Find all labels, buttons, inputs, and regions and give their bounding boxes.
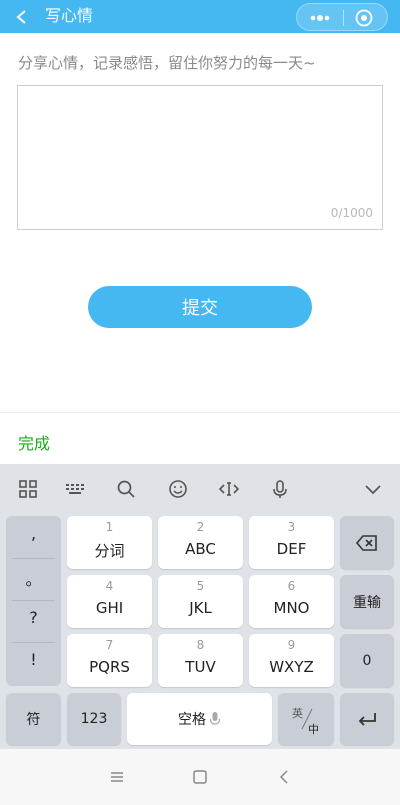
lang-chinese: 中 bbox=[308, 723, 319, 736]
language-switch-key[interactable]: 英 中 bbox=[278, 693, 334, 745]
chevron-down-icon[interactable] bbox=[362, 478, 384, 500]
key-letters: JKL bbox=[189, 599, 212, 617]
punctuation-column[interactable]: , 。 ? ! bbox=[6, 516, 61, 686]
key-5[interactable]: 5 JKL bbox=[158, 575, 243, 628]
cursor-move-icon[interactable] bbox=[218, 478, 240, 500]
navigation-bar: 写心情 bbox=[0, 0, 400, 33]
key-letters: TUV bbox=[185, 658, 216, 676]
key-number: 8 bbox=[196, 638, 205, 652]
key-number: 2 bbox=[196, 520, 205, 534]
grid-menu-icon[interactable] bbox=[17, 478, 39, 500]
char-counter: 0/1000 bbox=[330, 206, 373, 220]
key-letters: MNO bbox=[273, 599, 310, 617]
number-mode-key[interactable]: 123 bbox=[67, 693, 121, 745]
close-miniprogram-icon[interactable] bbox=[355, 9, 373, 27]
punctuation-period[interactable]: 。 bbox=[6, 566, 61, 590]
space-label: 空格 bbox=[178, 712, 206, 728]
capsule-menu bbox=[296, 3, 388, 31]
keyboard-accessory-bar: 完成 bbox=[0, 412, 400, 464]
key-number: 9 bbox=[287, 638, 296, 652]
microphone-icon bbox=[209, 712, 221, 725]
system-navigation-bar bbox=[0, 749, 400, 805]
reinput-label: 重输 bbox=[353, 594, 381, 611]
key-letters: ABC bbox=[185, 540, 216, 558]
key-9[interactable]: 9 WXYZ bbox=[249, 634, 334, 687]
back-arrow-icon[interactable] bbox=[14, 9, 30, 25]
keyboard: , 。 ? ! 1 分词 2 ABC 3 DEF 4 GHI 5 JKL 6 M… bbox=[0, 464, 400, 749]
key-3[interactable]: 3 DEF bbox=[249, 516, 334, 569]
page-title: 写心情 bbox=[45, 6, 94, 25]
key-number: 5 bbox=[196, 579, 205, 593]
key-8[interactable]: 8 TUV bbox=[158, 634, 243, 687]
punctuation-divider bbox=[12, 600, 55, 601]
back-icon[interactable] bbox=[276, 769, 292, 785]
symbol-key[interactable]: 符 bbox=[6, 693, 61, 745]
key-letters: 分词 bbox=[94, 542, 125, 560]
reinput-key[interactable]: 重输 bbox=[340, 575, 394, 628]
more-icon[interactable] bbox=[307, 10, 333, 26]
punctuation-question[interactable]: ? bbox=[6, 608, 61, 627]
punctuation-comma[interactable]: , bbox=[6, 524, 61, 543]
mood-hint-text: 分享心情，记录感悟，留住你努力的每一天~ bbox=[18, 54, 316, 72]
key-number: 7 bbox=[105, 638, 114, 652]
key-0[interactable]: 0 bbox=[340, 634, 394, 687]
backspace-key[interactable] bbox=[340, 516, 394, 569]
key-number: 4 bbox=[105, 579, 114, 593]
key-number: 3 bbox=[287, 520, 296, 534]
mood-textarea[interactable] bbox=[18, 86, 382, 229]
keyboard-toolbar bbox=[0, 464, 400, 512]
microphone-icon[interactable] bbox=[269, 478, 291, 500]
key-7[interactable]: 7 PQRS bbox=[67, 634, 152, 687]
key-1[interactable]: 1 分词 bbox=[67, 516, 152, 569]
enter-key[interactable] bbox=[340, 693, 394, 745]
punctuation-divider bbox=[12, 558, 55, 559]
number-mode-label: 123 bbox=[80, 711, 108, 727]
done-button[interactable]: 完成 bbox=[18, 430, 50, 454]
backspace-icon bbox=[355, 534, 377, 551]
key-letters: GHI bbox=[95, 599, 124, 617]
key-4[interactable]: 4 GHI bbox=[67, 575, 152, 628]
key-2[interactable]: 2 ABC bbox=[158, 516, 243, 569]
punctuation-divider bbox=[12, 642, 55, 643]
key-6[interactable]: 6 MNO bbox=[249, 575, 334, 628]
key-letters: WXYZ bbox=[269, 658, 314, 676]
menu-icon[interactable] bbox=[109, 769, 125, 785]
symbol-key-label: 符 bbox=[26, 712, 41, 728]
capsule-divider bbox=[343, 10, 344, 26]
punctuation-exclamation[interactable]: ! bbox=[6, 650, 61, 669]
mood-textarea-container: 0/1000 bbox=[17, 85, 383, 230]
search-icon[interactable] bbox=[115, 478, 137, 500]
home-icon[interactable] bbox=[192, 769, 208, 785]
key-number: 1 bbox=[105, 520, 114, 534]
keyboard-layout-icon[interactable] bbox=[64, 478, 86, 500]
space-key[interactable]: 空格 bbox=[127, 693, 272, 745]
key-number: 6 bbox=[287, 579, 296, 593]
zero-label: 0 bbox=[362, 652, 372, 669]
key-letters: DEF bbox=[276, 540, 307, 558]
submit-button[interactable]: 提交 bbox=[88, 286, 312, 328]
emoji-icon[interactable] bbox=[167, 478, 189, 500]
key-letters: PQRS bbox=[89, 658, 130, 676]
enter-icon bbox=[358, 713, 376, 726]
